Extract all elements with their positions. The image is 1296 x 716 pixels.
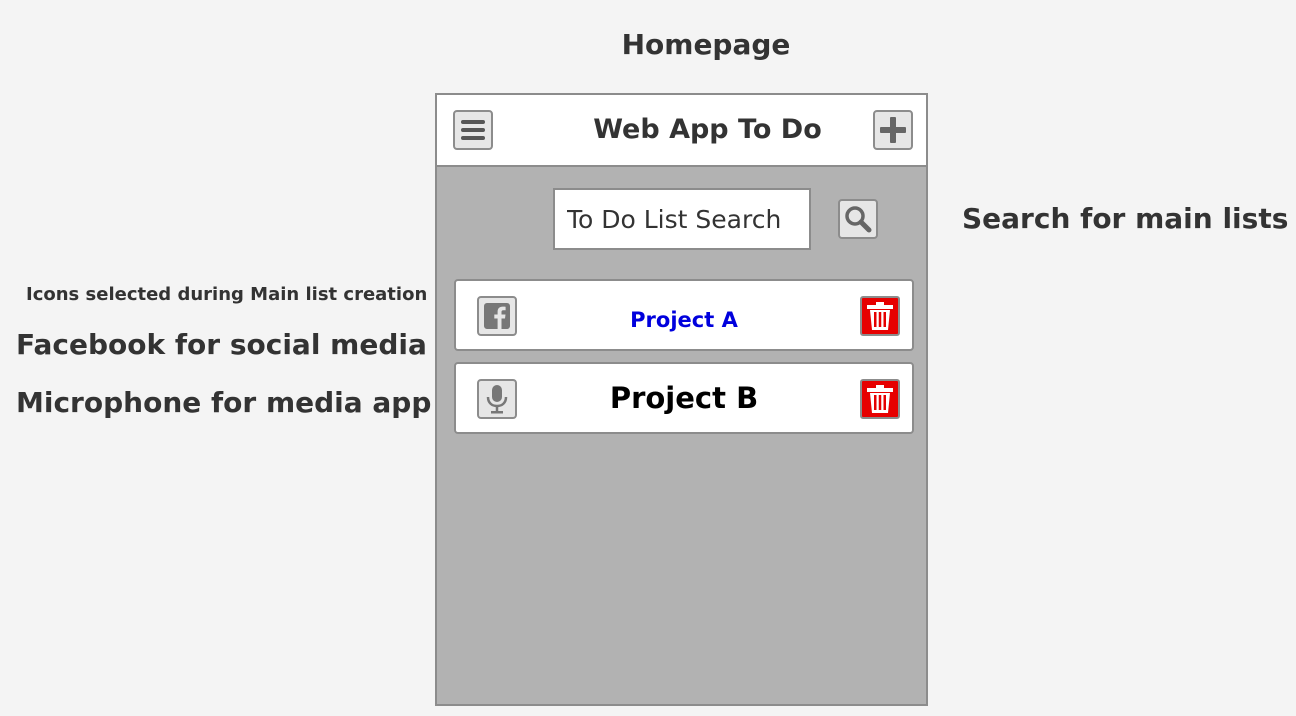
list-item-project-b[interactable]: Project B [454,362,914,434]
list-item-project-a[interactable]: Project A [454,279,914,351]
app-window: Web App To Do Projec [435,93,928,706]
hamburger-menu-icon [461,120,485,140]
icons-annotation: Icons selected during Main list creation [26,284,428,305]
menu-button[interactable] [453,110,493,150]
app-header: Web App To Do [437,95,926,167]
list-label: Project A [630,308,738,332]
search-input[interactable] [553,188,811,250]
search-button[interactable] [838,199,878,239]
delete-list-button[interactable] [860,379,900,419]
delete-list-button[interactable] [860,296,900,336]
trash-icon [867,385,893,413]
plus-icon [880,117,906,143]
search-annotation: Search for main lists [962,202,1289,235]
facebook-annotation: Facebook for social media app [16,328,496,361]
microphone-annotation: Microphone for media app [16,386,432,419]
trash-icon [867,302,893,330]
page-title: Homepage [621,28,791,61]
app-title: Web App To Do [593,114,822,145]
add-list-button[interactable] [873,110,913,150]
magnifier-icon [845,206,872,233]
list-label: Project B [609,381,759,415]
